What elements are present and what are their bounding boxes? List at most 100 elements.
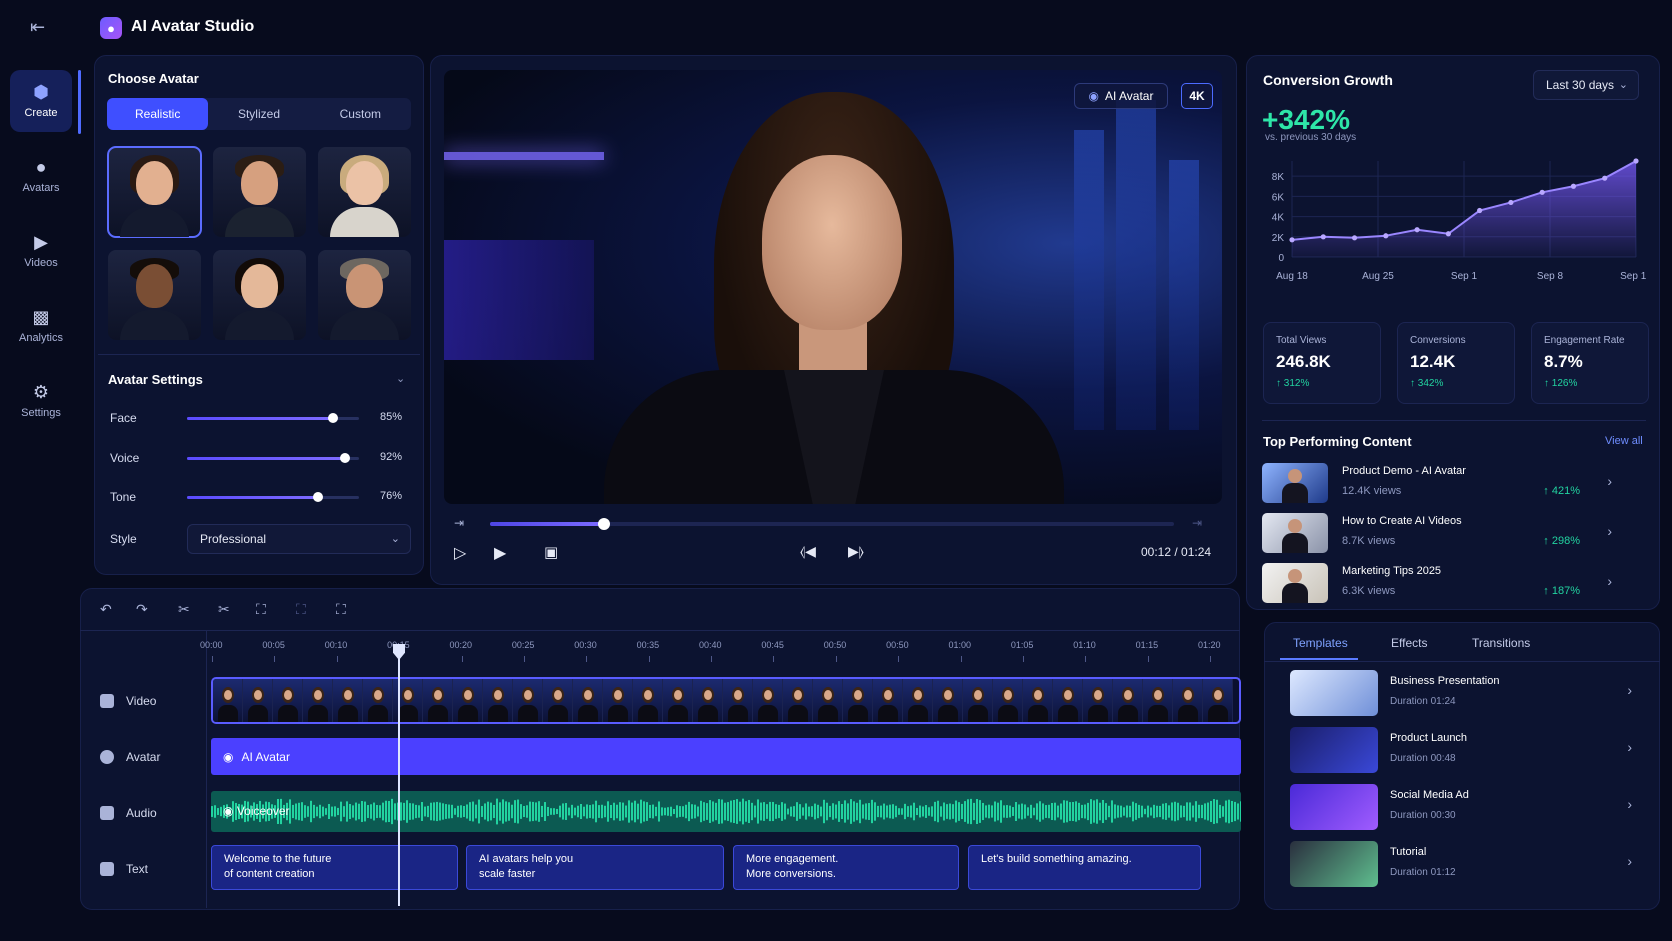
tone-slider[interactable] xyxy=(187,492,359,502)
collapse-menu-icon[interactable]: ⇤ xyxy=(30,17,52,39)
avatar-option[interactable] xyxy=(213,147,306,237)
crop-icon[interactable]: ⛶ xyxy=(256,601,266,618)
cut-icon[interactable]: ✂ xyxy=(178,601,190,618)
waveform-bar xyxy=(1237,803,1239,820)
text-clip[interactable]: Let's build something amazing. xyxy=(968,845,1201,890)
sidebar-item-videos[interactable]: ▶ Videos xyxy=(10,220,72,282)
waveform-bar xyxy=(556,808,558,815)
top-content-item[interactable]: Product Demo - AI Avatar 12.4K views ↑ 4… xyxy=(1262,463,1622,503)
waveform-bar xyxy=(400,802,402,821)
waveform-bar xyxy=(532,801,534,822)
avatar-option[interactable] xyxy=(318,250,411,340)
next-icon[interactable]: ▶⦊ xyxy=(848,543,864,560)
slider-handle[interactable] xyxy=(312,492,323,502)
app-logo-icon: ● xyxy=(100,17,122,39)
waveform-bar xyxy=(415,804,417,819)
video-preview[interactable] xyxy=(444,70,1222,504)
timeline-tick-label: 00:20 xyxy=(449,640,473,650)
template-item[interactable]: Business Presentation Duration 01:24 › xyxy=(1290,670,1642,716)
waveform-bar xyxy=(1063,800,1065,823)
voice-slider[interactable] xyxy=(187,453,359,463)
sidebar-item-label: Avatars xyxy=(22,182,60,194)
avatar-option[interactable] xyxy=(213,250,306,340)
tab-templates[interactable]: Templates xyxy=(1293,636,1348,650)
playhead[interactable] xyxy=(398,644,400,906)
waveform-bar xyxy=(1078,802,1080,821)
fit-icon[interactable]: ⛶ xyxy=(336,601,346,618)
top-content-item[interactable]: Marketing Tips 2025 6.3K views ↑ 187% › xyxy=(1262,563,1622,603)
waveform-bar xyxy=(640,799,642,824)
style-select[interactable]: Professional ⌄ xyxy=(187,524,411,554)
waveform-bar xyxy=(1069,802,1071,821)
trim-icon[interactable]: ⛶ xyxy=(296,601,306,618)
chevron-right-icon: › xyxy=(1627,853,1632,869)
avatar-option[interactable] xyxy=(107,146,202,238)
skip-start-icon[interactable]: ⇥ xyxy=(454,516,464,530)
text-clip-line: More conversions. xyxy=(746,868,836,880)
chevron-down-icon: ⌄ xyxy=(1618,79,1628,91)
play-icon[interactable]: ▶ xyxy=(494,543,506,563)
text-clip[interactable]: AI avatars help you scale faster xyxy=(466,845,724,890)
template-item[interactable]: Social Media Ad Duration 00:30 › xyxy=(1290,784,1642,830)
track-label-avatar: Avatar xyxy=(100,750,160,764)
waveform-bar xyxy=(1126,805,1128,818)
waveform-bar xyxy=(715,802,717,821)
undo-icon[interactable]: ↶ xyxy=(100,601,112,618)
avatar-clip[interactable]: ◉ AI Avatar xyxy=(211,738,1241,775)
tab-stylized[interactable]: Stylized xyxy=(208,98,309,130)
waveform-bar xyxy=(1084,804,1086,819)
chevron-right-icon: › xyxy=(1627,682,1632,698)
y-tick-label: 2K xyxy=(1272,233,1285,244)
text-clip[interactable]: Welcome to the future of content creatio… xyxy=(211,845,458,890)
tone-label: Tone xyxy=(110,490,137,504)
waveform-bar xyxy=(523,805,525,818)
waveform-bar xyxy=(823,799,825,824)
split-icon[interactable]: ✂ xyxy=(218,601,230,618)
redo-icon[interactable]: ↷ xyxy=(136,601,148,618)
avatar-option[interactable] xyxy=(318,147,411,237)
previous-icon[interactable]: ⦉◀ xyxy=(800,543,816,560)
audio-track-icon xyxy=(100,806,114,820)
sidebar-item-avatars[interactable]: ● Avatars xyxy=(10,145,72,207)
waveform-bar xyxy=(448,804,450,819)
waveform-bar xyxy=(388,800,390,823)
y-tick-label: 6K xyxy=(1272,192,1285,203)
sidebar-item-settings[interactable]: ⚙ Settings xyxy=(10,370,72,432)
audio-clip[interactable] xyxy=(211,791,1241,832)
waveform-bar xyxy=(1060,803,1062,820)
x-tick-label: Aug 18 xyxy=(1276,271,1308,282)
tab-transitions[interactable]: Transitions xyxy=(1472,636,1530,650)
waveform-bar xyxy=(520,804,522,819)
waveform-bar xyxy=(1132,801,1134,822)
view-all-link[interactable]: View all xyxy=(1605,435,1643,447)
sidebar-item-create[interactable]: ⬢ Create xyxy=(10,70,72,132)
tab-custom[interactable]: Custom xyxy=(310,98,411,130)
tab-realistic[interactable]: Realistic xyxy=(107,98,209,130)
text-clip[interactable]: More engagement. More conversions. xyxy=(733,845,959,890)
stat-delta: ↑ 342% xyxy=(1410,378,1444,389)
waveform-bar xyxy=(664,807,666,816)
top-content-item[interactable]: How to Create AI Videos 8.7K views ↑ 298… xyxy=(1262,513,1622,553)
skip-end-icon[interactable]: ⇥ xyxy=(1192,516,1202,530)
date-range-select[interactable]: Last 30 days ⌄ xyxy=(1533,70,1639,100)
video-clip[interactable] xyxy=(211,677,1241,724)
sidebar-item-analytics[interactable]: ▩ Analytics xyxy=(10,295,72,357)
waveform-bar xyxy=(571,804,573,819)
template-thumbnail xyxy=(1290,727,1378,773)
chevron-down-icon[interactable]: ⌄ xyxy=(396,372,405,385)
waveform-bar xyxy=(751,802,753,821)
template-item[interactable]: Product Launch Duration 00:48 › xyxy=(1290,727,1642,773)
face-slider[interactable] xyxy=(187,413,359,423)
timeline-tick-label: 00:40 xyxy=(699,640,722,650)
waveform-bar xyxy=(409,803,411,820)
waveform-bar xyxy=(379,805,381,818)
template-item[interactable]: Tutorial Duration 01:12 › xyxy=(1290,841,1642,887)
choose-avatar-title: Choose Avatar xyxy=(108,71,199,86)
waveform-bar xyxy=(1021,803,1023,820)
screenshot-icon[interactable]: ▣ xyxy=(544,543,558,561)
waveform-bar xyxy=(430,802,432,821)
tab-effects[interactable]: Effects xyxy=(1391,636,1427,650)
waveform-bar xyxy=(1225,800,1227,823)
avatar-option[interactable] xyxy=(108,250,201,340)
play-outline-icon[interactable]: ▷ xyxy=(454,543,466,563)
